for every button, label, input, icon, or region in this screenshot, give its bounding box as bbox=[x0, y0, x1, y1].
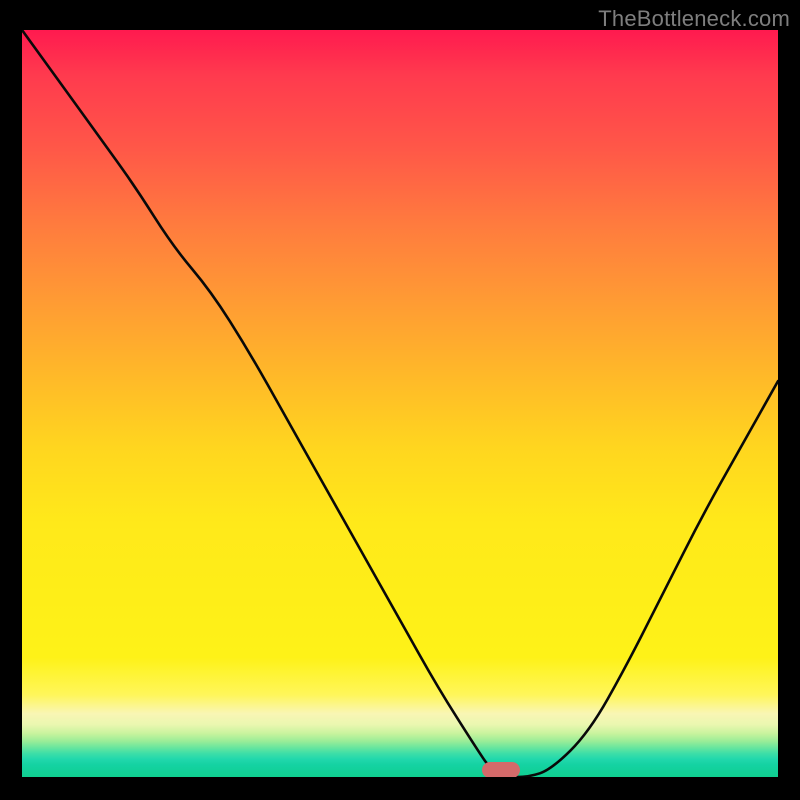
chart-container: TheBottleneck.com bbox=[0, 0, 800, 800]
plot-area bbox=[22, 30, 778, 777]
heat-gradient bbox=[22, 30, 778, 777]
optimum-marker bbox=[482, 762, 520, 777]
watermark-text: TheBottleneck.com bbox=[598, 6, 790, 32]
